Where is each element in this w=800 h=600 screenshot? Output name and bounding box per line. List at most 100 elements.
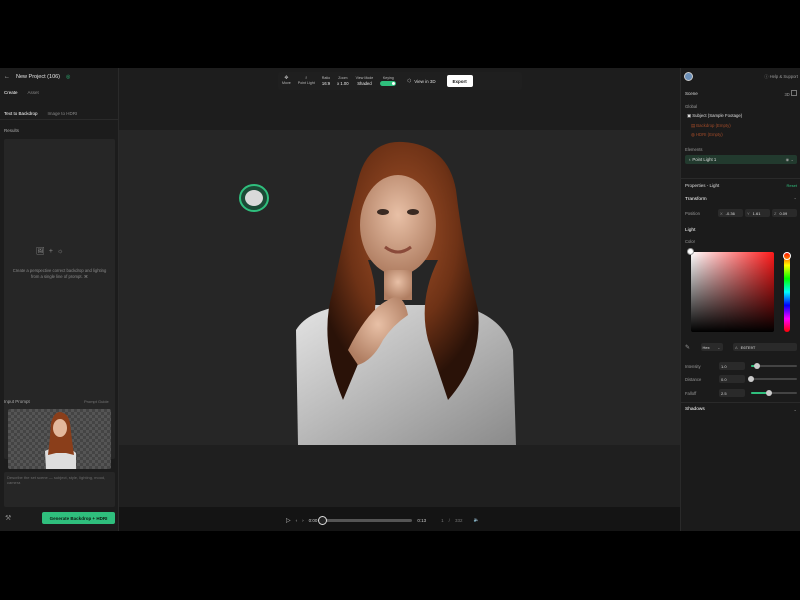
ratio-value: 16:9	[321, 81, 331, 86]
subtab-text-to-backdrop[interactable]: Text to Backdrop	[4, 111, 38, 116]
hue-slider-handle[interactable]	[783, 252, 791, 260]
distance-row: Distance 0.0	[685, 375, 797, 383]
divider	[681, 402, 800, 403]
eye-icon[interactable]: ◉ ⌄	[786, 157, 794, 162]
chevron-up-icon[interactable]: ⌃	[793, 197, 797, 202]
subject-item[interactable]: ▣ Subject (Sample Footage)	[687, 113, 742, 119]
right-header: ⓘ Help & Support	[684, 72, 798, 81]
frame-separator: /	[448, 517, 450, 523]
next-frame-icon[interactable]: ›	[302, 518, 304, 523]
back-arrow-icon[interactable]: ←	[4, 74, 10, 80]
avatar[interactable]	[684, 72, 693, 81]
chevron-down-icon: ⌄	[717, 344, 721, 350]
eyedropper-icon[interactable]: ✎	[685, 344, 690, 351]
prompt-guide-link[interactable]: Prompt Guide	[84, 399, 109, 404]
layout-icon[interactable]	[791, 90, 797, 96]
move-tool[interactable]: ✥ Move	[282, 76, 291, 86]
position-x-value: -0.36	[725, 210, 735, 216]
tab-create[interactable]: Create	[4, 90, 18, 100]
cube-icon: ⬡	[407, 78, 412, 83]
plus-icon: +	[48, 247, 53, 255]
export-button[interactable]: Export	[446, 75, 473, 87]
position-y-value: 1.61	[752, 210, 761, 216]
intensity-input[interactable]: 1.0	[719, 362, 745, 370]
zoom-control[interactable]: Zoom x 1.00	[337, 76, 348, 86]
view-3d-button[interactable]: ⬡ View in 3D	[403, 76, 439, 86]
view-mode-select[interactable]: View Mode Shaded	[356, 76, 374, 86]
position-z-value: 0.09	[779, 210, 788, 216]
scrubber-handle[interactable]	[318, 515, 328, 525]
input-image-thumbnail[interactable]	[8, 409, 111, 469]
distance-input[interactable]: 0.0	[719, 375, 745, 383]
ratio-control[interactable]: Ratio 16:9	[322, 76, 330, 86]
thumbnail-subject	[45, 412, 76, 469]
view-mode-value: Shaded	[357, 81, 372, 86]
point-light-item[interactable]: ♁ Point Light 1 ◉ ⌄	[685, 155, 797, 164]
end-time: 0:13	[417, 517, 427, 523]
x-axis-label: X	[720, 210, 723, 216]
light-bulb-icon: ☼	[56, 247, 64, 255]
zoom-value: x 1.00	[337, 81, 349, 86]
prev-frame-icon[interactable]: ‹	[296, 518, 298, 523]
color-picker-handle[interactable]	[687, 248, 694, 255]
hdri-label: HDRI (Empty)	[695, 132, 723, 137]
position-row: Position X -0.36 Y 1.61 Z 0.09	[685, 209, 797, 217]
intensity-row: Intensity 1.0	[685, 362, 797, 370]
prompt-input[interactable]: Describe the set scene — subject, style,…	[4, 472, 115, 507]
subject-footage[interactable]	[288, 140, 518, 445]
tab-asset[interactable]: Asset	[28, 90, 39, 100]
transform-header[interactable]: Transform ⌃	[685, 197, 797, 202]
chevron-down-icon[interactable]: ⌄	[793, 407, 797, 412]
canvas-bottom-region	[119, 445, 680, 507]
scene-label: Scene	[685, 91, 698, 96]
hue-slider[interactable]	[784, 252, 790, 332]
subtab-image-to-hdri[interactable]: Image to HDRI	[48, 111, 78, 116]
color-picker-area[interactable]	[691, 252, 774, 332]
timeline-scrubber[interactable]	[318, 515, 413, 525]
position-x-field[interactable]: X -0.36	[718, 209, 743, 217]
position-y-field[interactable]: Y 1.61	[745, 209, 770, 217]
shadows-header[interactable]: Shadows ⌄	[685, 407, 797, 412]
results-placeholder-icons: 🖼 + ☼	[36, 247, 64, 256]
frame-total: 332	[454, 517, 463, 523]
backdrop-item[interactable]: ▤ Backdrop (Empty)	[691, 123, 731, 129]
intensity-label: Intensity	[685, 363, 701, 369]
falloff-handle[interactable]	[766, 390, 773, 396]
color-mode-label: Hex	[702, 344, 710, 350]
point-light-tool[interactable]: ♁ Point Light	[298, 76, 315, 86]
results-hint: Create a perspective correct backdrop an…	[12, 268, 107, 279]
top-toolbar: ✥ Move ♁ Point Light Ratio 16:9 Zoom x 1…	[278, 72, 522, 90]
intensity-slider[interactable]	[751, 363, 797, 369]
color-input-row: ✎ Hex ⌄ A E6TE9T	[685, 343, 797, 351]
distance-slider[interactable]	[748, 376, 797, 382]
view-3d-label: View in 3D	[414, 78, 436, 84]
y-axis-label: Y	[747, 210, 750, 216]
current-time: 0:00	[308, 517, 318, 523]
falloff-row: Falloff 2.5	[685, 389, 797, 397]
falloff-input[interactable]: 2.5	[719, 389, 745, 397]
properties-header: Properties - Light Reset	[685, 183, 797, 188]
color-mode-select[interactable]: Hex ⌄	[700, 343, 723, 351]
shadows-label: Shadows	[685, 407, 705, 412]
magic-wand-icon[interactable]: ⚒	[5, 514, 11, 522]
volume-icon[interactable]: 🔈	[473, 517, 479, 523]
color-hex-input[interactable]: A E6TE9T	[733, 343, 797, 351]
reset-button[interactable]: Reset	[787, 183, 797, 188]
falloff-slider[interactable]	[751, 390, 797, 396]
point-light-gizmo[interactable]	[238, 183, 270, 213]
distance-label: Distance	[685, 376, 702, 382]
light-label: Light	[685, 228, 696, 233]
position-z-field[interactable]: Z 0.09	[772, 209, 797, 217]
scene-header: Scene 3D	[685, 90, 797, 97]
intensity-handle[interactable]	[753, 363, 760, 369]
backdrop-label: Backdrop (Empty)	[696, 123, 731, 128]
hdri-item[interactable]: ◍ HDRI (Empty)	[691, 132, 723, 138]
generate-button[interactable]: Generate Backdrop + HDRI	[42, 512, 115, 524]
position-fields: X -0.36 Y 1.61 Z 0.09	[718, 209, 797, 217]
keying-toggle[interactable]	[380, 81, 397, 86]
point-light-item-text: Point Light 1	[692, 157, 717, 162]
cloud-sync-icon: ◎	[66, 74, 71, 80]
play-icon[interactable]: ▷	[286, 517, 291, 524]
help-link[interactable]: ⓘ Help & Support	[764, 74, 798, 80]
distance-handle[interactable]	[748, 376, 754, 382]
